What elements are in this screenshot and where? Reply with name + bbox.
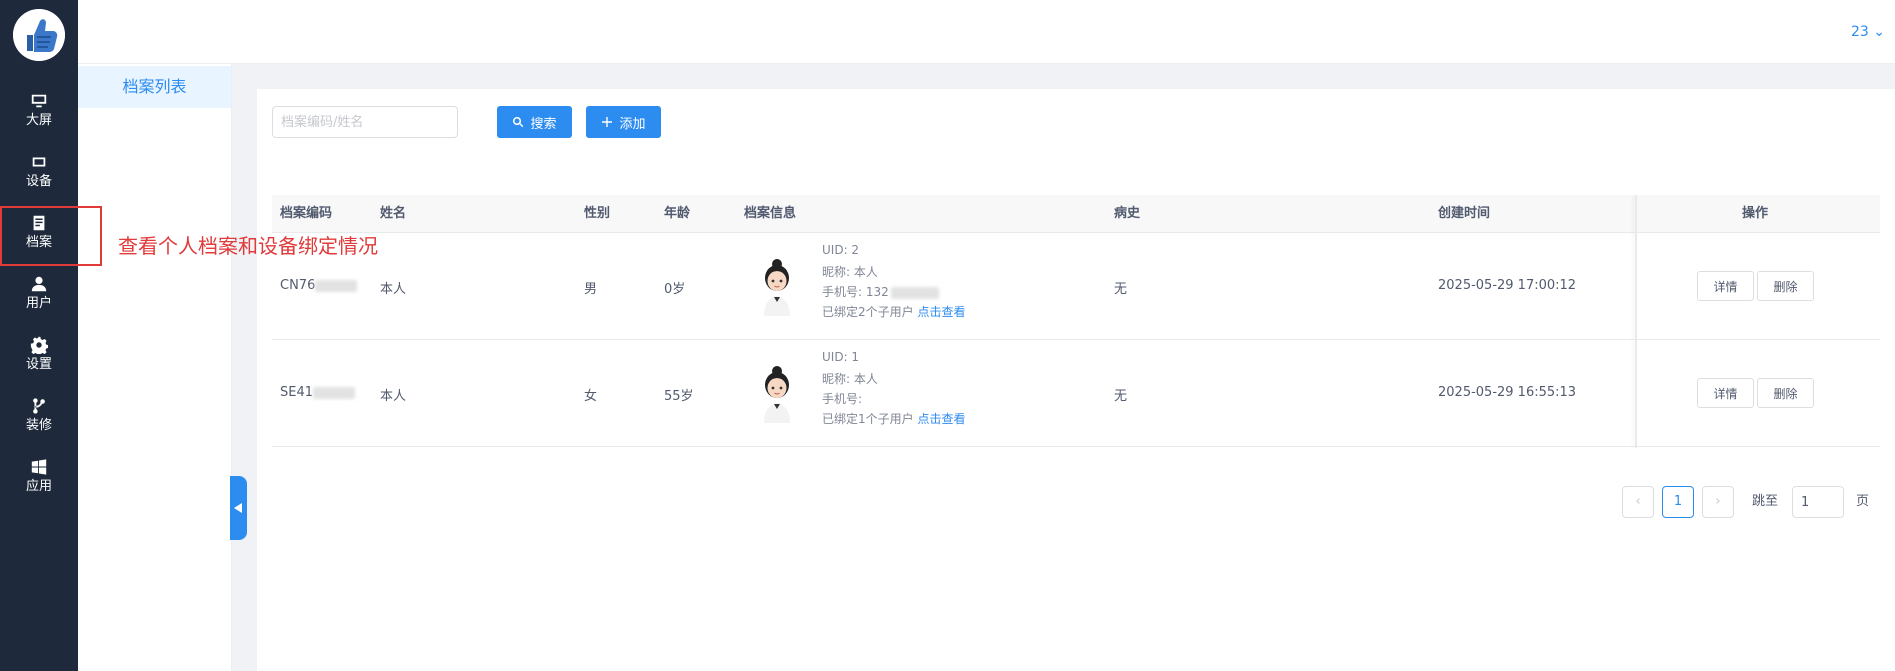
archive-code: SE41 <box>280 385 356 400</box>
detail-button[interactable]: 详情 <box>1697 271 1754 301</box>
sidebar-item-label: 设置 <box>25 357 52 372</box>
sidebar-item-dashboard[interactable]: 大屏 <box>0 84 78 140</box>
history-cell: 无 <box>1114 282 1128 297</box>
sidebar-item-label: 档案 <box>25 235 52 250</box>
name-cell: 本人 <box>380 389 407 404</box>
sidebar-item-device[interactable]: 设备 <box>0 145 78 201</box>
avatar <box>764 366 790 423</box>
detail-button[interactable]: 详情 <box>1697 378 1754 408</box>
device-icon <box>0 153 78 173</box>
secondary-menu: 档案列表 <box>78 64 232 671</box>
name-cell: 本人 <box>380 282 407 297</box>
table-header: 档案编码 姓名 性别 年龄 档案信息 病史 创建时间 操作 <box>272 195 1880 233</box>
age-cell: 55岁 <box>664 389 694 404</box>
user-menu[interactable]: 23 ⌄ <box>1851 24 1885 40</box>
monitor-icon <box>0 92 78 112</box>
bound-users-text: 已绑定2个子用户 点击查看 <box>822 305 966 319</box>
sidebar-item-settings[interactable]: 设置 <box>0 328 78 384</box>
decorate-icon <box>0 397 78 417</box>
redacted-mask <box>890 286 939 299</box>
uid-text: UID: 2 <box>822 243 860 257</box>
phone-text: 手机号: 132 <box>822 283 939 300</box>
sidebar-item-label: 用户 <box>25 296 52 311</box>
archive-table: 档案编码 姓名 性别 年龄 档案信息 病史 创建时间 操作 CN76 本人 男 … <box>272 195 1880 448</box>
table-row: SE41 本人 女 55岁 UID: 1 昵称: 本人 手机号: 已绑定1个子用… <box>272 340 1880 447</box>
windows-icon <box>0 458 78 478</box>
page-suffix: 页 <box>1856 494 1870 509</box>
sidebar-item-label: 大屏 <box>25 113 52 128</box>
archive-code: CN76 <box>280 278 358 293</box>
phone-text: 手机号: <box>822 392 863 406</box>
gender-cell: 男 <box>584 282 598 297</box>
nickname-text: 昵称: 本人 <box>822 265 878 279</box>
column-header: 操作 <box>1742 206 1769 221</box>
search-button[interactable]: 搜索 <box>497 106 572 138</box>
logo <box>13 9 65 61</box>
pagination: ‹ 1 › 跳至 页 <box>1622 486 1895 518</box>
annotation-text: 查看个人档案和设备绑定情况 <box>118 234 378 258</box>
main-content: 搜索 添加 档案编码 姓名 性别 年龄 档案信息 病史 创建时间 操作 CN76… <box>232 64 1895 671</box>
table-card: 档案编码 姓名 性别 年龄 档案信息 病史 创建时间 操作 CN76 本人 男 … <box>257 177 1895 671</box>
jump-page-input[interactable] <box>1792 486 1844 518</box>
column-header: 档案编码 <box>280 206 333 221</box>
sidebar-item-label: 装修 <box>25 418 52 433</box>
redacted-mask <box>313 386 356 399</box>
redacted-mask <box>315 279 358 292</box>
user-icon <box>0 275 78 295</box>
chevron-down-icon: ⌄ <box>1873 24 1885 40</box>
jump-label: 跳至 <box>1752 494 1779 509</box>
caret-left-icon <box>234 503 242 513</box>
sidebar-item-decorate[interactable]: 装修 <box>0 389 78 445</box>
sidebar-item-apps[interactable]: 应用 <box>0 450 78 506</box>
table-row: CN76 本人 男 0岁 UID: 2 昵称: 本人 手机号: 132 已绑定2… <box>272 233 1880 340</box>
search-button-label: 搜索 <box>530 116 557 132</box>
gear-icon <box>0 336 78 357</box>
next-page-button[interactable]: › <box>1702 486 1734 518</box>
sidebar-item-label: 设备 <box>25 174 52 189</box>
column-header: 创建时间 <box>1438 206 1491 221</box>
thumbs-up-logo-icon <box>13 9 65 61</box>
user-name: 23 <box>1850 24 1869 40</box>
created-time-cell: 2025-05-29 16:55:13 <box>1438 385 1577 400</box>
sidebar-item-archive[interactable]: 档案 <box>0 206 78 262</box>
view-bound-users-link[interactable]: 点击查看 <box>917 305 965 319</box>
column-header: 姓名 <box>380 206 407 221</box>
submenu-item-archive-list[interactable]: 档案列表 <box>78 66 231 108</box>
nickname-text: 昵称: 本人 <box>822 372 878 386</box>
column-header: 病史 <box>1114 206 1141 221</box>
page-number-button[interactable]: 1 <box>1662 486 1694 518</box>
add-button[interactable]: 添加 <box>586 106 661 138</box>
age-cell: 0岁 <box>664 282 686 297</box>
delete-button[interactable]: 删除 <box>1757 271 1814 301</box>
column-header: 性别 <box>584 206 611 221</box>
view-bound-users-link[interactable]: 点击查看 <box>917 412 965 426</box>
bound-users-text: 已绑定1个子用户 点击查看 <box>822 412 966 426</box>
gender-cell: 女 <box>584 389 598 404</box>
fixed-column-divider <box>1635 195 1637 448</box>
delete-button[interactable]: 删除 <box>1757 378 1814 408</box>
collapse-menu-toggle[interactable] <box>230 476 247 540</box>
search-input[interactable] <box>272 106 458 138</box>
sidebar-item-user[interactable]: 用户 <box>0 267 78 323</box>
document-icon <box>0 214 78 234</box>
sidebar: 大屏 设备 档案 用户 设置 装修 应用 <box>0 0 78 671</box>
prev-page-button[interactable]: ‹ <box>1622 486 1654 518</box>
column-header: 档案信息 <box>744 206 797 221</box>
top-header: 23 ⌄ <box>78 0 1895 64</box>
avatar <box>764 259 790 316</box>
add-button-label: 添加 <box>619 116 646 132</box>
plus-icon <box>602 117 613 127</box>
search-icon <box>513 116 524 128</box>
created-time-cell: 2025-05-29 17:00:12 <box>1438 278 1577 293</box>
uid-text: UID: 1 <box>822 350 860 364</box>
history-cell: 无 <box>1114 389 1128 404</box>
column-header: 年龄 <box>664 206 691 221</box>
sidebar-item-label: 应用 <box>25 479 52 494</box>
